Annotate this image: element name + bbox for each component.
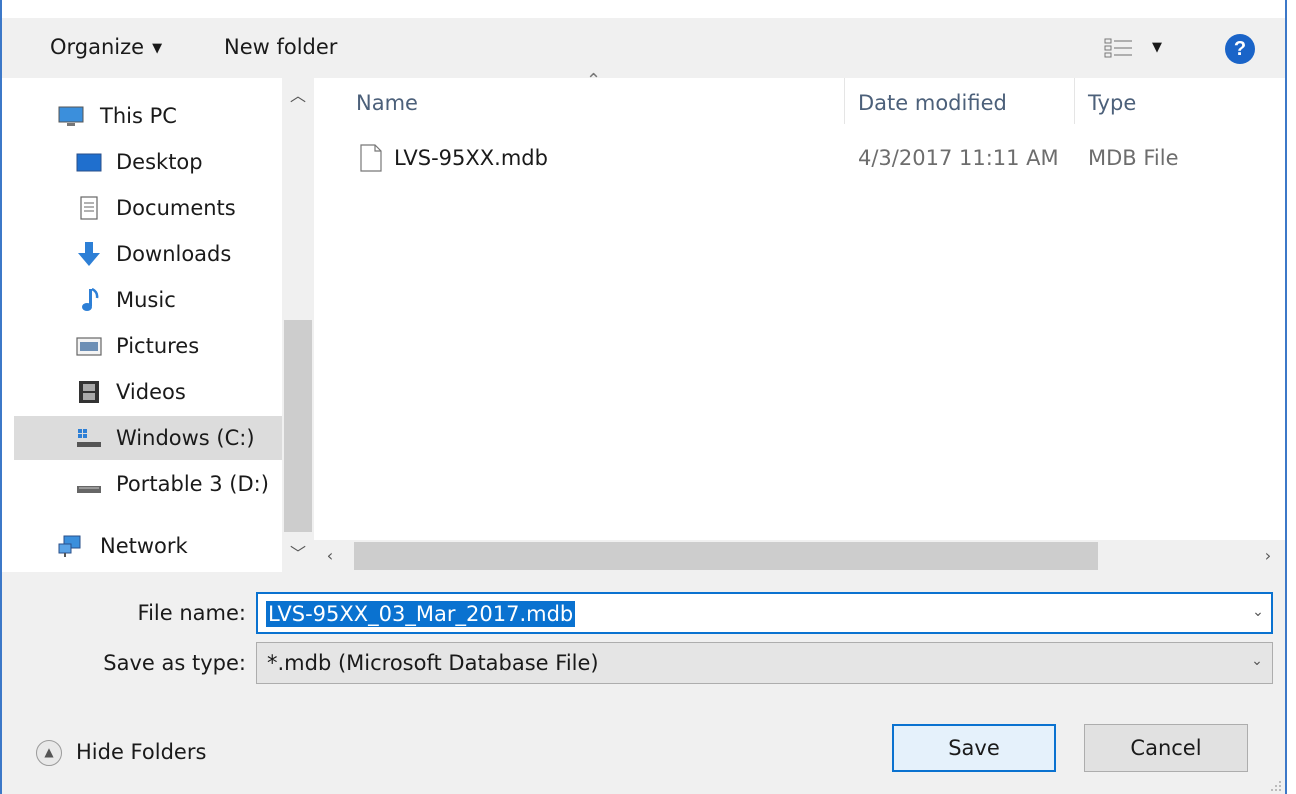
save-as-type-value: *.mdb (Microsoft Database File) bbox=[267, 651, 599, 675]
sort-ascending-icon: ⌃ bbox=[586, 70, 602, 91]
film-icon bbox=[79, 381, 99, 403]
scrollbar-thumb[interactable] bbox=[354, 542, 1098, 570]
scroll-down-arrow-icon[interactable]: ﹀ bbox=[288, 544, 308, 564]
organize-label: Organize bbox=[50, 35, 145, 59]
window-top-edge bbox=[0, 0, 1296, 8]
nav-item-windows-c[interactable]: Windows (C:) bbox=[14, 416, 282, 460]
desktop-icon bbox=[76, 153, 102, 172]
file-name-value: LVS-95XX_03_Mar_2017.mdb bbox=[266, 601, 576, 627]
windows-drive-icon bbox=[77, 429, 101, 447]
chevron-down-icon: ▼ bbox=[152, 41, 163, 56]
save-form: File name: LVS-95XX_03_Mar_2017.mdb ⌄ Sa… bbox=[2, 572, 1285, 794]
nav-item-this-pc[interactable]: This PC bbox=[14, 94, 282, 138]
horizontal-scrollbar[interactable]: ‹ › bbox=[314, 540, 1285, 572]
help-icon[interactable]: ? bbox=[1225, 34, 1255, 64]
chevron-down-icon[interactable]: ⌄ bbox=[1247, 651, 1267, 671]
desktop-background bbox=[1287, 0, 1296, 794]
drive-icon bbox=[77, 486, 101, 493]
file-date-modified: 4/3/2017 11:11 AM bbox=[858, 146, 1059, 170]
nav-item-pictures[interactable]: Pictures bbox=[14, 324, 282, 368]
view-options-button[interactable]: ▼ bbox=[1100, 34, 1172, 62]
hide-folders-label: Hide Folders bbox=[76, 740, 207, 764]
documents-icon bbox=[80, 196, 98, 220]
nav-item-network[interactable]: Network bbox=[14, 524, 282, 568]
nav-item-videos[interactable]: Videos bbox=[14, 370, 282, 414]
scroll-up-arrow-icon[interactable]: ︿ bbox=[288, 86, 308, 106]
navigation-pane: This PC Desktop Documents Downloads Musi… bbox=[14, 78, 282, 572]
nav-item-documents[interactable]: Documents bbox=[14, 186, 282, 230]
nav-item-label: Documents bbox=[116, 196, 236, 220]
file-name: LVS-95XX.mdb bbox=[394, 146, 548, 170]
chevron-up-icon: ▲ bbox=[36, 740, 62, 766]
nav-item-label: Pictures bbox=[116, 334, 200, 358]
nav-item-portable-d[interactable]: Portable 3 (D:) bbox=[14, 462, 282, 506]
pictures-icon bbox=[76, 337, 102, 356]
scroll-right-arrow-icon[interactable]: › bbox=[1258, 546, 1278, 566]
column-divider[interactable] bbox=[844, 78, 845, 124]
nav-item-label: Desktop bbox=[116, 150, 203, 174]
details-view-icon bbox=[1104, 38, 1132, 58]
monitor-icon bbox=[58, 106, 84, 126]
nav-item-downloads[interactable]: Downloads bbox=[14, 232, 282, 276]
music-note-icon bbox=[82, 288, 99, 311]
nav-item-label: Windows (C:) bbox=[116, 426, 255, 450]
download-arrow-icon bbox=[78, 242, 100, 266]
nav-item-music[interactable]: Music bbox=[14, 278, 282, 322]
scrollbar-thumb[interactable] bbox=[284, 320, 312, 532]
file-icon bbox=[360, 144, 382, 172]
toolbar: Organize ▼ New folder ▼ ? bbox=[2, 18, 1285, 78]
column-header-name[interactable]: Name bbox=[356, 88, 418, 118]
column-header-type[interactable]: Type bbox=[1088, 88, 1136, 118]
file-name-input[interactable]: LVS-95XX_03_Mar_2017.mdb ⌄ bbox=[256, 592, 1273, 634]
save-button[interactable]: Save bbox=[892, 724, 1056, 772]
column-header-date-modified[interactable]: Date modified bbox=[858, 88, 1007, 118]
file-name-label: File name: bbox=[137, 601, 246, 625]
cancel-button[interactable]: Cancel bbox=[1084, 724, 1248, 772]
new-folder-button[interactable]: New folder bbox=[224, 32, 337, 62]
network-icon bbox=[58, 535, 81, 557]
nav-item-label: Videos bbox=[116, 380, 186, 404]
nav-item-label: Portable 3 (D:) bbox=[116, 472, 269, 496]
nav-item-label: Network bbox=[100, 534, 188, 558]
navigation-scrollbar[interactable]: ︿ ﹀ bbox=[282, 78, 314, 572]
scroll-left-arrow-icon[interactable]: ‹ bbox=[320, 546, 340, 566]
file-list: ⌃ Name Date modified Type LVS-95XX.mdb 4… bbox=[314, 70, 1285, 540]
file-type: MDB File bbox=[1088, 146, 1179, 170]
resize-grip-icon[interactable] bbox=[1268, 778, 1282, 792]
nav-item-label: Downloads bbox=[116, 242, 232, 266]
chevron-down-icon[interactable]: ⌄ bbox=[1248, 602, 1268, 622]
nav-item-label: Music bbox=[116, 288, 176, 312]
chevron-down-icon: ▼ bbox=[1152, 40, 1162, 55]
nav-item-label: This PC bbox=[100, 104, 177, 128]
save-as-type-select[interactable]: *.mdb (Microsoft Database File) ⌄ bbox=[256, 642, 1273, 684]
organize-button[interactable]: Organize ▼ bbox=[50, 32, 162, 62]
save-as-type-label: Save as type: bbox=[103, 651, 246, 675]
column-divider[interactable] bbox=[1074, 78, 1075, 124]
nav-item-desktop[interactable]: Desktop bbox=[14, 140, 282, 184]
table-row[interactable]: LVS-95XX.mdb 4/3/2017 11:11 AM MDB File bbox=[314, 138, 1285, 178]
